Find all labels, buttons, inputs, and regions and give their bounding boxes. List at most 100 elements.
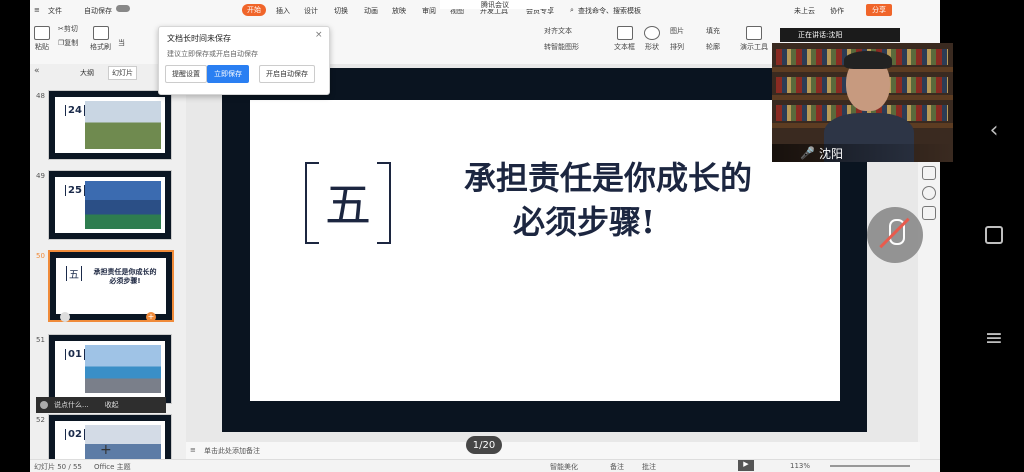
zoom-level[interactable]: 113% xyxy=(790,462,810,470)
thumb-section-number: 02 xyxy=(65,429,85,440)
shape-icon xyxy=(644,26,660,40)
thumb-section-number: 24 xyxy=(65,105,85,116)
mute-mic-icon[interactable] xyxy=(867,207,923,263)
smart-beautify-button[interactable]: 智能美化 xyxy=(550,462,578,472)
slide-number: 52 xyxy=(36,416,45,424)
shape-button[interactable]: 形状 xyxy=(644,26,660,52)
search-box[interactable]: 查找命令、搜索模板 xyxy=(578,6,641,16)
theme-name: Office 主题 xyxy=(94,463,131,471)
menu-nav-icon[interactable]: ≡ xyxy=(972,316,1016,360)
settings-icon[interactable] xyxy=(922,206,936,220)
chat-collapse[interactable]: 收起 xyxy=(105,400,119,410)
page-indicator: 1/20 xyxy=(466,436,502,454)
tab-review[interactable]: 审阅 xyxy=(422,6,436,16)
chat-icon xyxy=(40,401,48,409)
paste-icon xyxy=(34,26,50,40)
play-slideshow-icon[interactable]: ▶ xyxy=(738,460,754,471)
slide-thumbnail[interactable]: 24 xyxy=(48,90,172,160)
chat-placeholder[interactable]: 说点什么... xyxy=(54,400,89,410)
notes-toggle[interactable]: 备注 xyxy=(610,462,624,472)
zoom-slider[interactable] xyxy=(830,465,910,467)
presenter-tools-button[interactable]: 演示工具 xyxy=(740,26,768,52)
pingpong-photo xyxy=(85,181,161,229)
textbox-icon xyxy=(616,26,633,40)
slide-count: 幻灯片 50 / 55 xyxy=(34,463,82,471)
right-bracket xyxy=(377,162,391,244)
slide-content-area: 五 承担责任是你成长的 必须步骤! xyxy=(250,100,840,401)
save-now-button[interactable]: 立即保存 xyxy=(207,65,249,83)
slide-thumbnail-active[interactable]: 五 承担责任是你成长的 必须步骤! + xyxy=(48,250,174,322)
align-text-button[interactable]: 对齐文本 xyxy=(544,26,572,36)
outline-button[interactable]: 轮廓 xyxy=(706,42,720,52)
popup-message: 建议立即保存或开启自动保存 xyxy=(167,50,258,58)
speaker-video[interactable]: 🎤 沈阳 xyxy=(772,43,953,162)
play-icon[interactable] xyxy=(60,312,70,322)
picture-button[interactable]: 图片 xyxy=(670,26,684,36)
style-icon[interactable] xyxy=(922,166,936,180)
left-black-bar xyxy=(0,0,30,472)
paste-button[interactable]: 粘贴 xyxy=(34,26,50,52)
tab-insert[interactable]: 插入 xyxy=(276,6,290,16)
autosave-toggle[interactable] xyxy=(116,5,130,12)
remind-settings-button[interactable]: 提醒设置 xyxy=(165,65,207,83)
save-reminder-popup: 文档长时间未保存 × 建议立即保存或开启自动保存 提醒设置 立即保存 开启自动保… xyxy=(158,26,330,95)
notes-bar[interactable]: ≡ 单击此处添加备注 xyxy=(186,442,920,459)
fill-button[interactable]: 填充 xyxy=(706,26,720,36)
slide-number: 49 xyxy=(36,172,45,180)
share-button[interactable]: 分享 xyxy=(866,4,892,16)
tab-animation[interactable]: 动画 xyxy=(364,6,378,16)
search-icon[interactable]: ⌕ xyxy=(570,6,574,15)
slide-thumbnail[interactable]: 01 xyxy=(48,334,172,404)
menu-icon[interactable]: ≡ xyxy=(34,6,40,14)
location-icon[interactable] xyxy=(922,186,936,200)
collab-button[interactable]: 协作 xyxy=(830,6,844,16)
tab-design[interactable]: 设计 xyxy=(304,6,318,16)
tab-show[interactable]: 放映 xyxy=(392,6,406,16)
brush-icon xyxy=(92,26,109,40)
comments-toggle[interactable]: 批注 xyxy=(642,462,656,472)
thumb-section-number: 五 xyxy=(66,266,82,281)
tab-start[interactable]: 开始 xyxy=(242,4,266,16)
convert-smartart-button[interactable]: 转智能图形 xyxy=(544,42,579,52)
chat-input-strip[interactable]: 说点什么... 收起 xyxy=(36,397,166,413)
left-bracket xyxy=(305,162,319,244)
slide-title: 承担责任是你成长的 必须步骤! xyxy=(463,159,752,241)
enable-autosave-button[interactable]: 开启自动保存 xyxy=(259,65,315,83)
right-sidebar-tools xyxy=(918,150,940,450)
tab-outline[interactable]: 大纲 xyxy=(80,68,94,78)
thumb-section-number: 01 xyxy=(65,349,85,360)
current-speaker-bar: 正在讲话: 沈阳 xyxy=(780,28,900,42)
tab-file[interactable]: 文件 xyxy=(48,6,62,16)
tab-switch[interactable]: 切换 xyxy=(334,6,348,16)
slide-number: 50 xyxy=(36,252,45,260)
slide-thumbnail[interactable]: 25 xyxy=(48,170,172,240)
stadium-photo xyxy=(85,345,161,393)
presenter-icon xyxy=(746,26,762,40)
team-photo xyxy=(85,101,161,149)
format-painter-button[interactable]: 格式刷 xyxy=(90,26,111,52)
slide-number: 51 xyxy=(36,336,45,344)
cut-button[interactable]: ✂ 剪切 xyxy=(58,24,78,34)
cloud-status[interactable]: 未上云 xyxy=(794,6,815,16)
current-slide[interactable]: 五 承担责任是你成长的 必须步骤! xyxy=(222,68,867,432)
copy-button[interactable]: ❐ 复制 xyxy=(58,38,78,48)
speaker-name-label: 🎤 沈阳 xyxy=(772,144,953,162)
meeting-app-title: 腾讯会议 xyxy=(440,0,550,9)
notes-icon: ≡ xyxy=(190,446,196,454)
arrange-button[interactable]: 排列 xyxy=(670,42,684,52)
tab-slides[interactable]: 幻灯片 xyxy=(108,66,137,80)
mic-icon: 🎤 xyxy=(800,146,815,160)
popup-title: 文档长时间未保存 xyxy=(167,34,231,43)
collapse-panel-icon[interactable]: « xyxy=(34,66,40,76)
close-icon[interactable]: × xyxy=(315,30,323,40)
add-slide-icon[interactable]: + xyxy=(146,312,156,322)
new-slide-button[interactable]: + xyxy=(100,442,112,458)
textbox-button[interactable]: 文本框 xyxy=(614,26,635,52)
home-nav-icon[interactable] xyxy=(972,213,1016,257)
notes-placeholder[interactable]: 单击此处添加备注 xyxy=(204,446,260,456)
current-cut-label: 当 xyxy=(118,39,125,47)
slide-number: 48 xyxy=(36,92,45,100)
thumb-title: 承担责任是你成长的 必须步骤! xyxy=(93,268,157,285)
status-bar: 幻灯片 50 / 55 Office 主题 智能美化 备注 批注 ▶ 113% xyxy=(30,459,940,472)
back-nav-icon[interactable]: ‹ xyxy=(972,108,1016,152)
